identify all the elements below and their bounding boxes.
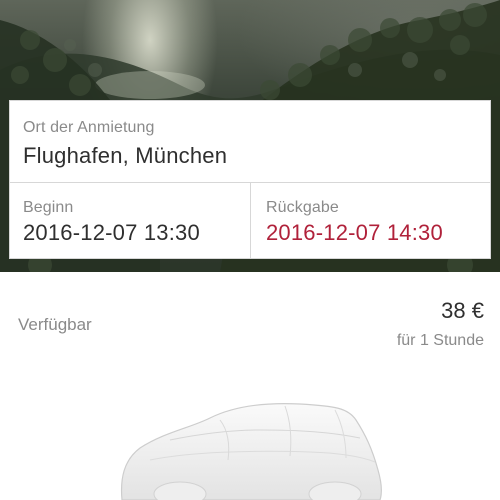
price-unit: für 1 Stunde [396,332,484,349]
pickup-location-field[interactable]: Ort der Anmietung Flughafen, München [10,101,490,183]
pickup-location-label: Ort der Anmietung [23,119,155,136]
hero-landscape-image: Ort der Anmietung Flughafen, München Beg… [0,0,500,272]
return-datetime-field[interactable]: Rückgabe 2016-12-07 14:30 [251,183,490,259]
price-value: 38 € [441,298,484,323]
booking-card: Ort der Anmietung Flughafen, München Beg… [9,100,491,259]
vehicle-image[interactable] [110,390,390,500]
availability-status: Verfügbar [18,315,92,334]
pickup-location-value: Flughafen, München [23,143,228,168]
start-value: 2016-12-07 13:30 [23,220,200,245]
start-datetime-field[interactable]: Beginn 2016-12-07 13:30 [10,183,251,259]
return-label: Rückgabe [266,199,339,216]
return-value: 2016-12-07 14:30 [266,220,443,245]
start-label: Beginn [23,199,74,216]
covered-car-icon [120,403,382,500]
